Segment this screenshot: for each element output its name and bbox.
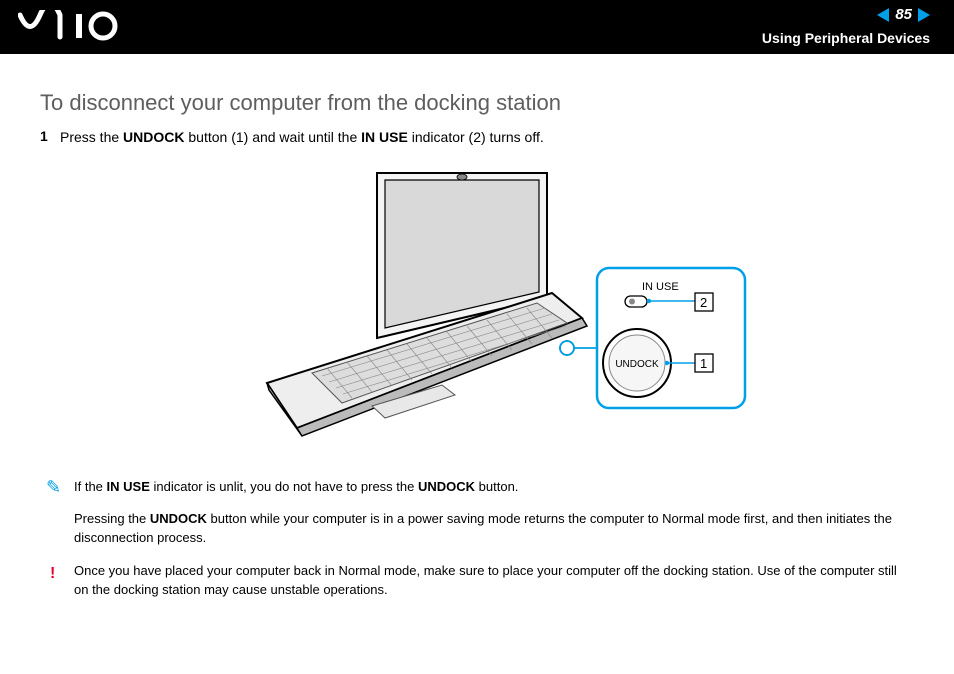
notes-section: ✎ If the IN USE indicator is unlit, you … xyxy=(40,478,914,600)
note-1: ✎ If the IN USE indicator is unlit, you … xyxy=(74,478,914,497)
svg-text:2: 2 xyxy=(700,295,707,310)
svg-text:UNDOCK: UNDOCK xyxy=(615,359,659,370)
section-title: Using Peripheral Devices xyxy=(762,30,930,46)
page-number: 85 xyxy=(895,6,912,23)
note-icon: ✎ xyxy=(46,474,61,500)
step-text: Press the UNDOCK button (1) and wait unt… xyxy=(60,128,544,148)
warning-icon: ! xyxy=(50,562,55,585)
in-use-label: IN USE xyxy=(642,281,679,293)
vaio-logo xyxy=(18,10,148,42)
nav-next-icon[interactable] xyxy=(918,8,930,22)
warning-note: ! Once you have placed your computer bac… xyxy=(74,562,914,600)
page-header: 85 Using Peripheral Devices xyxy=(0,0,954,54)
svg-text:1: 1 xyxy=(700,356,707,371)
page-title: To disconnect your computer from the doc… xyxy=(40,90,914,116)
page-nav: 85 xyxy=(877,6,930,23)
content-area: To disconnect your computer from the doc… xyxy=(0,54,954,600)
note-2: Pressing the UNDOCK button while your co… xyxy=(74,510,914,548)
step-1: 1 Press the UNDOCK button (1) and wait u… xyxy=(40,128,914,148)
laptop-docking-diagram: IN USE 2 UNDOCK 1 xyxy=(207,168,747,448)
step-number: 1 xyxy=(40,128,60,148)
nav-prev-icon[interactable] xyxy=(877,8,889,22)
